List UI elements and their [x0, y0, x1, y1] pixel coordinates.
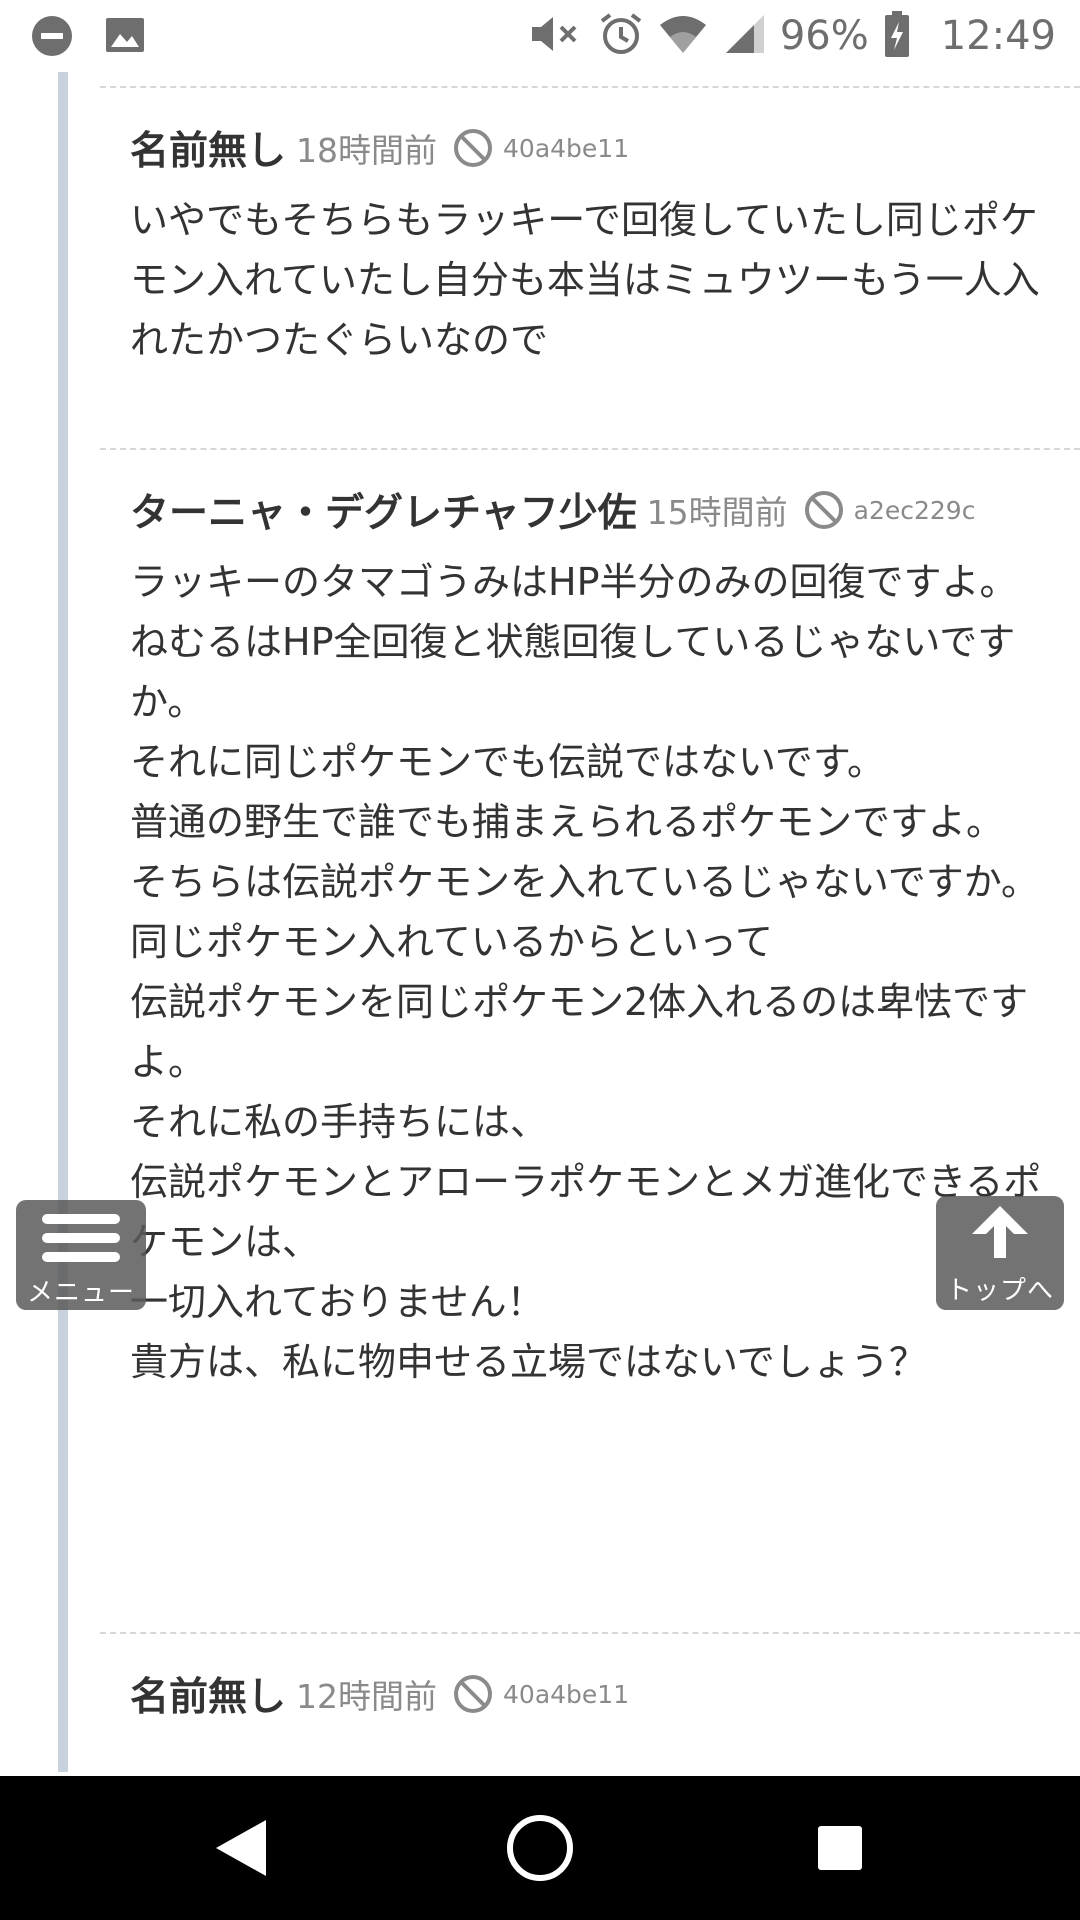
comment-time: 12時間前: [296, 1677, 438, 1716]
minus-circle-icon: [30, 14, 74, 62]
block-icon[interactable]: [804, 490, 844, 530]
user-id: 40a4be11: [503, 1679, 630, 1709]
comment-body: ラッキーのタマゴうみはHP半分のみの回復ですよ。 ねむるはHP全回復と状態回復し…: [130, 560, 1042, 1384]
comment-body: いやでもそちらもラッキーで回復していたし同じポケモン入れていたし自分も本当はミュ…: [130, 198, 1040, 362]
navigation-bar: [0, 1776, 1080, 1920]
recents-icon[interactable]: [800, 1808, 880, 1888]
wifi-icon: [658, 13, 708, 59]
comment-author[interactable]: 名前無し: [130, 120, 286, 176]
scroll-to-top-label: トップへ: [945, 1276, 1054, 1306]
user-id: a2ec229c: [853, 495, 976, 525]
status-indicators: 96% 12:49: [528, 8, 1056, 64]
comment-meta: 名前無し 18時間前 40a4be11: [130, 118, 629, 178]
divider: [100, 448, 1080, 450]
alarm-icon: [598, 11, 644, 61]
clock: 12:49: [940, 13, 1056, 59]
home-icon[interactable]: [500, 1808, 580, 1888]
comment-author[interactable]: ターニャ・デグレチャフ少佐: [130, 482, 637, 538]
mute-icon: [528, 12, 584, 60]
block-icon[interactable]: [453, 1674, 493, 1714]
thread-line: [58, 72, 68, 1772]
image-icon: [104, 14, 146, 60]
comment-meta: ターニャ・デグレチャフ少佐 15時間前 a2ec229c: [130, 480, 975, 540]
battery-charging-icon: [883, 10, 911, 62]
block-icon[interactable]: [453, 128, 493, 168]
divider: [100, 1632, 1080, 1634]
arrow-up-icon: [970, 1204, 1030, 1264]
comment-author[interactable]: 名前無し: [130, 1666, 286, 1722]
status-bar: 96% 12:49: [0, 0, 1080, 72]
signal-icon: [722, 13, 766, 59]
menu-button[interactable]: メニュー: [16, 1200, 146, 1310]
battery-percent: 96%: [779, 13, 869, 59]
hamburger-icon: [40, 1212, 122, 1268]
divider: [100, 86, 1080, 88]
user-id: 40a4be11: [503, 133, 630, 163]
comment-meta: 名前無し 12時間前 40a4be11: [130, 1664, 629, 1724]
comment-time: 18時間前: [296, 131, 438, 170]
back-icon[interactable]: [200, 1808, 280, 1888]
menu-button-label: メニュー: [26, 1278, 135, 1308]
scroll-to-top-button[interactable]: トップへ: [936, 1196, 1064, 1310]
comment-thread[interactable]: 名前無し 18時間前 40a4be11 いやでもそちらもラッキーで回復していたし…: [0, 72, 1080, 1772]
comment-time: 15時間前: [646, 493, 788, 532]
